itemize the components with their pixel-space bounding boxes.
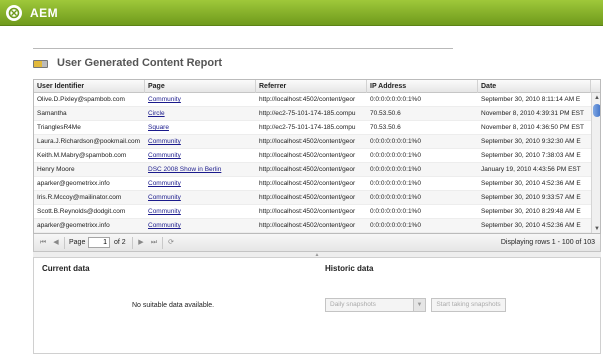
toolbar-separator bbox=[162, 237, 163, 249]
cell-referrer: http://ec2-75-101-174-185.compu bbox=[259, 124, 356, 131]
page-count-label: of 2 bbox=[114, 239, 126, 246]
page-title: User Generated Content Report bbox=[57, 57, 223, 69]
cell-date: September 30, 2010 9:32:30 AM E bbox=[481, 138, 581, 145]
cell-referrer: http://localhost:4502/content/geor bbox=[259, 138, 356, 145]
cell-referrer: http://localhost:4502/content/geor bbox=[259, 208, 356, 215]
table-row[interactable]: TrianglesR4Me Square http://ec2-75-101-174… bbox=[34, 121, 591, 135]
refresh-icon[interactable]: ⟳ bbox=[166, 238, 176, 248]
toolbar-separator bbox=[132, 237, 133, 249]
cell-page-link[interactable]: Square bbox=[145, 121, 256, 135]
table-row[interactable]: Keith.M.Mabry@spambob.com Community http:/… bbox=[34, 149, 591, 163]
cell-page-link[interactable]: Community bbox=[145, 191, 256, 205]
cell-referrer: http://ec2-75-101-174-185.compu bbox=[259, 110, 356, 117]
cell-ip-address: 0:0:0:0:0:0:0:1%0 bbox=[370, 152, 421, 159]
cell-user-identifier: Scott.B.Reynolds@dodgit.com bbox=[37, 208, 126, 215]
current-data-title: Current data bbox=[42, 264, 90, 273]
first-page-icon[interactable]: ⏮ bbox=[38, 238, 48, 248]
snapshot-frequency-value: Daily snapshots bbox=[330, 301, 376, 308]
snapshot-frequency-select[interactable]: Daily snapshots ▼ bbox=[325, 298, 426, 312]
cell-user-identifier: Keith.M.Mabry@spambob.com bbox=[37, 152, 127, 159]
cell-user-identifier: aparker@geometrixx.info bbox=[37, 180, 110, 187]
cell-date: September 30, 2010 8:11:14 AM E bbox=[481, 96, 581, 103]
table-row[interactable]: Samantha Circle http://ec2-75-101-174-185.… bbox=[34, 107, 591, 121]
cell-page-link[interactable]: Community bbox=[145, 93, 256, 107]
prev-page-icon[interactable]: ◀ bbox=[51, 238, 61, 248]
column-header-page[interactable]: Page bbox=[145, 80, 256, 93]
report-grid: User Identifier Page Referrer IP Address… bbox=[33, 79, 601, 234]
column-header-referrer[interactable]: Referrer bbox=[256, 80, 367, 93]
aem-logo-icon[interactable] bbox=[6, 5, 22, 21]
column-header-ip-address[interactable]: IP Address bbox=[367, 80, 478, 93]
cell-referrer: http://localhost:4502/content/geor bbox=[259, 180, 356, 187]
table-row[interactable]: Olive.D.Pixley@spambob.com Community http:… bbox=[34, 93, 591, 107]
cell-date: September 30, 2010 7:38:03 AM E bbox=[481, 152, 581, 159]
cell-ip-address: 0:0:0:0:0:0:0:1%0 bbox=[370, 138, 421, 145]
table-row[interactable]: Iris.R.Mccoy@mailinator.com Community http… bbox=[34, 191, 591, 205]
cell-user-identifier: Samantha bbox=[37, 110, 67, 117]
no-data-message: No suitable data available. bbox=[132, 302, 215, 309]
cell-page-link[interactable]: Community bbox=[145, 135, 256, 149]
table-row[interactable]: aparker@geometrixx.info Community http://l… bbox=[34, 177, 591, 191]
cell-ip-address: 0:0:0:0:0:0:0:1%0 bbox=[370, 180, 421, 187]
cell-date: September 30, 2010 8:29:48 AM E bbox=[481, 208, 581, 215]
cell-user-identifier: Iris.R.Mccoy@mailinator.com bbox=[37, 194, 122, 201]
cell-ip-address: 0:0:0:0:0:0:0:1%0 bbox=[370, 166, 421, 173]
cell-page-link[interactable]: Community bbox=[145, 219, 256, 233]
table-row[interactable]: aparker@geometrixx.info Community http://l… bbox=[34, 219, 591, 233]
grid-header: User Identifier Page Referrer IP Address… bbox=[34, 80, 600, 93]
page-number-input[interactable] bbox=[88, 237, 110, 248]
cell-referrer: http://localhost:4502/content/geor bbox=[259, 166, 356, 173]
displaying-rows-text: Displaying rows 1 - 100 of 103 bbox=[500, 239, 595, 246]
column-header-date[interactable]: Date bbox=[478, 80, 591, 93]
cell-referrer: http://localhost:4502/content/geor bbox=[259, 152, 356, 159]
cell-ip-address: 0:0:0:0:0:0:0:1%0 bbox=[370, 96, 421, 103]
report-icon bbox=[33, 60, 48, 68]
cell-ip-address: 0:0:0:0:0:0:0:1%0 bbox=[370, 208, 421, 215]
cell-ip-address: 70.53.50.6 bbox=[370, 110, 401, 117]
cell-referrer: http://localhost:4502/content/geor bbox=[259, 96, 356, 103]
aem-logo-glyph bbox=[8, 7, 20, 19]
cell-ip-address: 70.53.50.6 bbox=[370, 124, 401, 131]
cell-page-link[interactable]: Circle bbox=[145, 107, 256, 121]
cell-user-identifier: TrianglesR4Me bbox=[37, 124, 81, 131]
cell-date: November 8, 2010 4:39:31 PM EST bbox=[481, 110, 584, 117]
page-label: Page bbox=[69, 239, 86, 246]
cell-ip-address: 0:0:0:0:0:0:0:1%0 bbox=[370, 222, 421, 229]
cell-date: November 8, 2010 4:36:50 PM EST bbox=[481, 124, 584, 131]
next-page-icon[interactable]: ▶ bbox=[136, 238, 146, 248]
cell-date: January 19, 2010 4:43:56 PM EST bbox=[481, 166, 581, 173]
cell-date: September 30, 2010 4:52:36 AM E bbox=[481, 222, 581, 229]
cell-referrer: http://localhost:4502/content/geor bbox=[259, 194, 356, 201]
vertical-scrollbar[interactable]: ▲ ▼ bbox=[591, 93, 600, 233]
cell-date: September 30, 2010 9:33:57 AM E bbox=[481, 194, 581, 201]
historic-data-title: Historic data bbox=[325, 264, 374, 273]
start-snapshots-button[interactable]: Start taking snapshots bbox=[431, 298, 506, 312]
details-panel: Current data No suitable data available.… bbox=[33, 258, 601, 354]
top-bar: AEM bbox=[0, 0, 603, 26]
table-row[interactable]: Laura.J.Richardson@pookmail.com Community… bbox=[34, 135, 591, 149]
column-header-user-identifier[interactable]: User Identifier bbox=[34, 80, 145, 93]
table-row[interactable]: Scott.B.Reynolds@dodgit.com Community http… bbox=[34, 205, 591, 219]
cell-user-identifier: Laura.J.Richardson@pookmail.com bbox=[37, 138, 141, 145]
cell-user-identifier: aparker@geometrixx.info bbox=[37, 222, 110, 229]
cell-page-link[interactable]: Community bbox=[145, 205, 256, 219]
app-title: AEM bbox=[30, 6, 59, 20]
table-row[interactable]: Henry Moore DSC 2008 Show in Berlin http:/… bbox=[34, 163, 591, 177]
cell-date: September 30, 2010 4:52:36 AM E bbox=[481, 180, 581, 187]
divider bbox=[33, 48, 453, 49]
cell-user-identifier: Henry Moore bbox=[37, 166, 75, 173]
toolbar-separator bbox=[64, 237, 65, 249]
cell-page-link[interactable]: DSC 2008 Show in Berlin bbox=[145, 163, 256, 177]
cell-page-link[interactable]: Community bbox=[145, 149, 256, 163]
cell-user-identifier: Olive.D.Pixley@spambob.com bbox=[37, 96, 125, 103]
cell-page-link[interactable]: Community bbox=[145, 177, 256, 191]
cell-ip-address: 0:0:0:0:0:0:0:1%0 bbox=[370, 194, 421, 201]
scroll-down-icon[interactable]: ▼ bbox=[593, 225, 600, 233]
cell-referrer: http://localhost:4502/content/geor bbox=[259, 222, 356, 229]
last-page-icon[interactable]: ⏭ bbox=[149, 238, 159, 248]
chevron-down-icon[interactable]: ▼ bbox=[413, 299, 425, 311]
scrollbar-thumb[interactable] bbox=[593, 104, 600, 117]
paging-toolbar: ⏮ ◀ Page of 2 ▶ ⏭ ⟳ Displaying rows 1 - … bbox=[33, 234, 601, 252]
scroll-up-icon[interactable]: ▲ bbox=[593, 94, 600, 102]
